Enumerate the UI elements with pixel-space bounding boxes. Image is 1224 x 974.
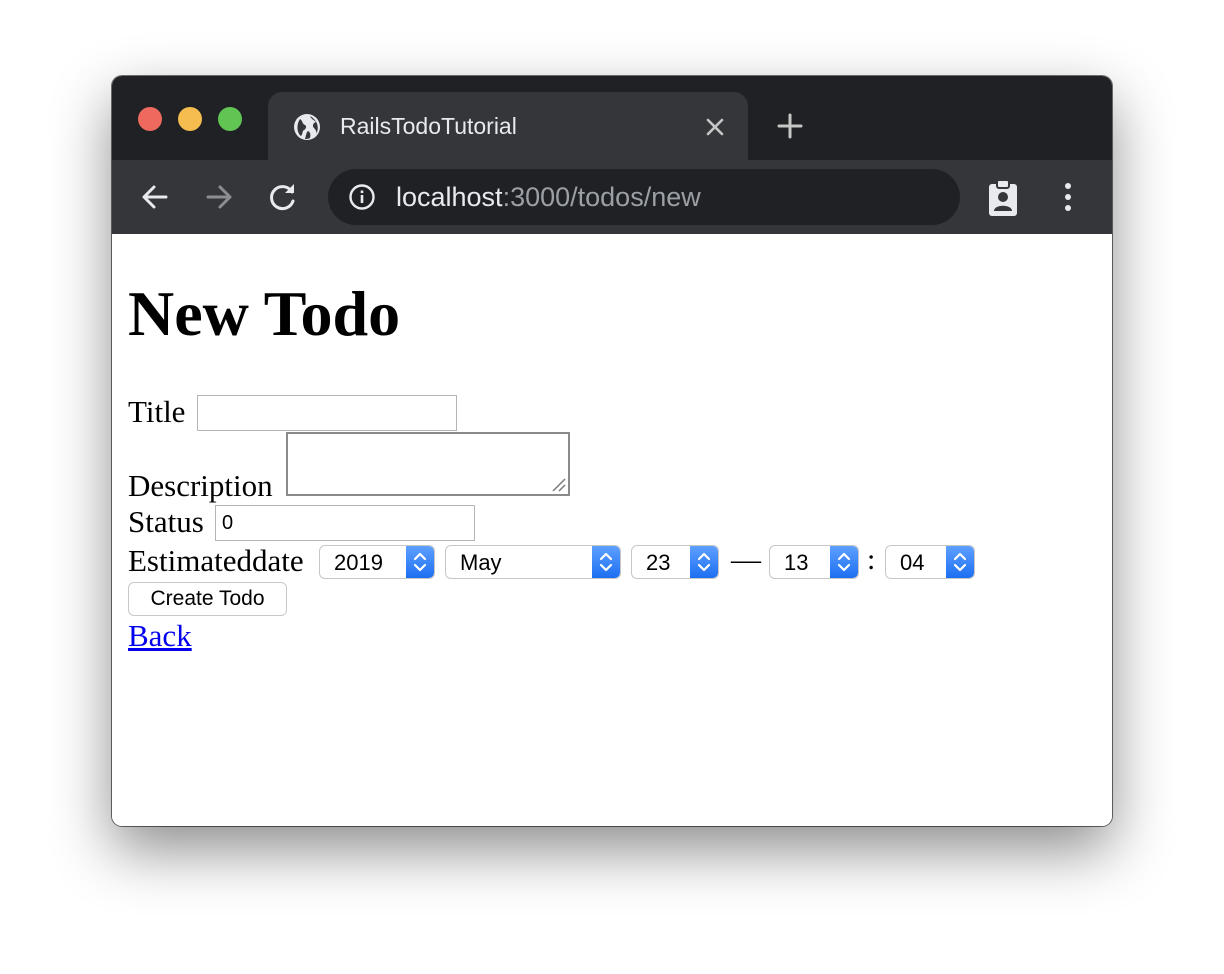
resize-grip-icon[interactable] (550, 476, 566, 492)
date-time-separator: — (731, 543, 761, 576)
window-maximize-button[interactable] (218, 107, 242, 131)
url-path: :3000/todos/new (502, 182, 701, 212)
tab-close-icon[interactable] (704, 116, 726, 138)
chevron-updown-icon (406, 546, 434, 578)
back-arrow-icon[interactable] (138, 180, 172, 214)
time-separator: : (867, 543, 876, 576)
year-select-value: 2019 (334, 550, 383, 575)
title-label: Title (128, 394, 186, 429)
chevron-updown-icon (592, 546, 620, 578)
browser-tab[interactable]: RailsTodoTutorial (268, 92, 748, 162)
forward-arrow-icon[interactable] (202, 180, 236, 214)
chevron-updown-icon (946, 546, 974, 578)
window-minimize-button[interactable] (178, 107, 202, 131)
day-select-value: 23 (646, 550, 671, 575)
page-content: New Todo Title Description Status Estima… (112, 234, 1112, 826)
title-input[interactable] (197, 395, 457, 431)
clipboard-badge-icon[interactable] (986, 178, 1020, 218)
status-label: Status (128, 504, 204, 539)
chevron-updown-icon (830, 546, 858, 578)
description-textarea[interactable] (286, 432, 570, 496)
minute-select-value: 04 (900, 550, 925, 575)
estimateddate-label: Estimateddate (128, 543, 304, 578)
page-title: New Todo (128, 278, 401, 349)
tab-strip: RailsTodoTutorial (112, 76, 1112, 162)
description-label: Description (128, 468, 273, 503)
minute-select[interactable]: 04 (885, 545, 975, 579)
reload-icon[interactable] (266, 180, 300, 214)
url-text[interactable]: localhost:3000/todos/new (396, 179, 701, 215)
url-host: localhost (396, 182, 503, 212)
tab-title: RailsTodoTutorial (340, 113, 517, 139)
hour-select[interactable]: 13 (769, 545, 859, 579)
chevron-updown-icon (690, 546, 718, 578)
more-menu-icon[interactable] (1056, 180, 1080, 214)
month-select-value: May (460, 550, 502, 575)
year-select[interactable]: 2019 (319, 545, 435, 579)
window-close-button[interactable] (138, 107, 162, 131)
address-bar[interactable]: localhost:3000/todos/new (328, 169, 960, 225)
browser-toolbar: localhost:3000/todos/new (112, 160, 1112, 234)
new-tab-icon[interactable] (776, 112, 804, 140)
back-link[interactable]: Back (128, 618, 192, 654)
globe-icon (294, 114, 320, 140)
month-select[interactable]: May (445, 545, 621, 579)
day-select[interactable]: 23 (631, 545, 719, 579)
browser-window: RailsTodoTutorial localhost:3000/todos/n… (112, 76, 1112, 826)
info-icon[interactable] (348, 183, 376, 211)
hour-select-value: 13 (784, 550, 809, 575)
create-todo-button[interactable]: Create Todo (128, 582, 287, 616)
status-input[interactable] (215, 505, 475, 541)
